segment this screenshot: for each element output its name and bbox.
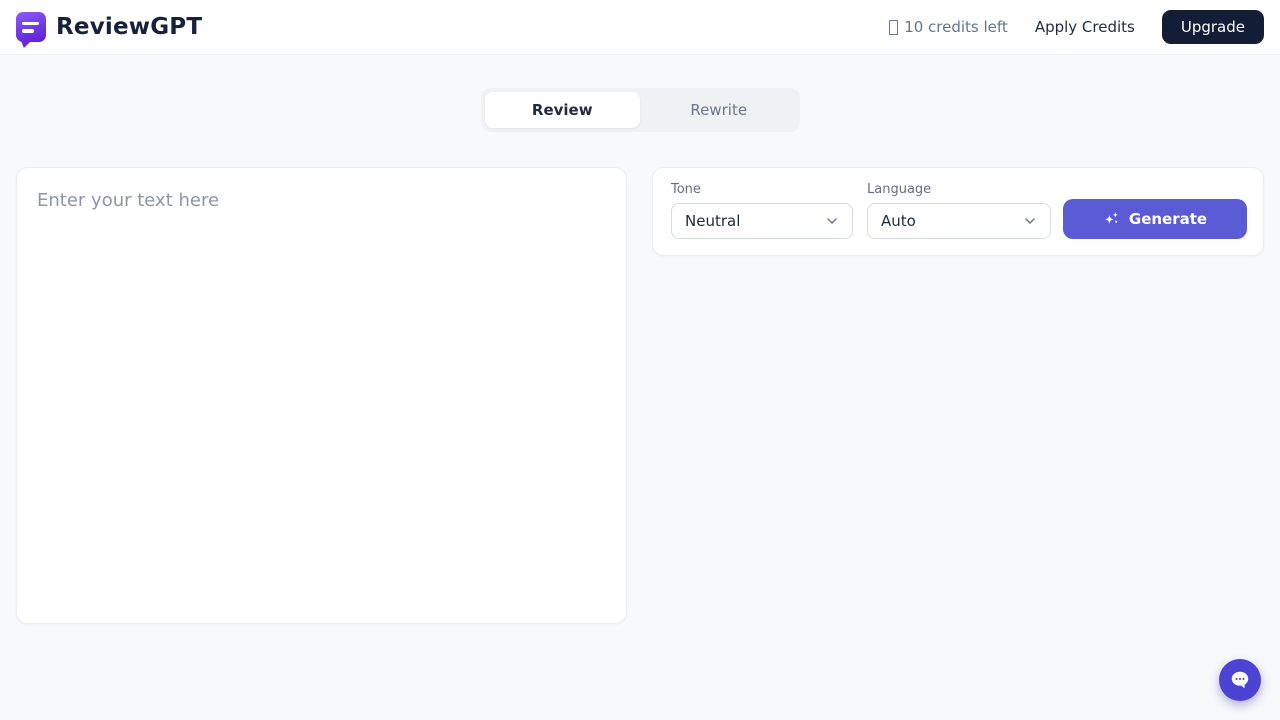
brand[interactable]: ReviewGPT: [16, 12, 202, 42]
tone-select[interactable]: Neutral: [671, 203, 853, 239]
language-value: Auto: [881, 212, 916, 230]
apply-credits-link[interactable]: Apply Credits: [1035, 18, 1135, 36]
language-label: Language: [867, 182, 1051, 197]
tone-field: Tone Neutral: [671, 182, 853, 239]
tab-review[interactable]: Review: [485, 92, 640, 128]
credits-icon: [889, 20, 898, 35]
brand-title: ReviewGPT: [56, 14, 202, 40]
sparkles-icon: [1103, 210, 1121, 228]
chat-widget-button[interactable]: [1219, 659, 1261, 701]
header: ReviewGPT 10 credits left Apply Credits …: [0, 0, 1280, 55]
chevron-down-icon: [1022, 213, 1038, 229]
chat-bubble-logo-icon: [16, 12, 46, 42]
tone-value: Neutral: [685, 212, 740, 230]
tab-rewrite[interactable]: Rewrite: [642, 92, 797, 128]
chat-dots-icon: [1229, 669, 1251, 691]
text-input[interactable]: [17, 168, 626, 623]
header-right: 10 credits left Apply Credits Upgrade: [889, 10, 1264, 44]
upgrade-button[interactable]: Upgrade: [1162, 10, 1264, 44]
credits-counter: 10 credits left: [889, 18, 1008, 36]
credits-text: 10 credits left: [904, 18, 1008, 36]
generate-button[interactable]: Generate: [1063, 199, 1247, 239]
controls-card: Tone Neutral Language Auto Generate: [652, 167, 1264, 256]
generate-label: Generate: [1129, 210, 1207, 228]
language-field: Language Auto: [867, 182, 1051, 239]
mode-tabs: Review Rewrite: [481, 88, 800, 132]
editor-card: [16, 167, 627, 624]
tone-label: Tone: [671, 182, 853, 197]
chevron-down-icon: [824, 213, 840, 229]
language-select[interactable]: Auto: [867, 203, 1051, 239]
